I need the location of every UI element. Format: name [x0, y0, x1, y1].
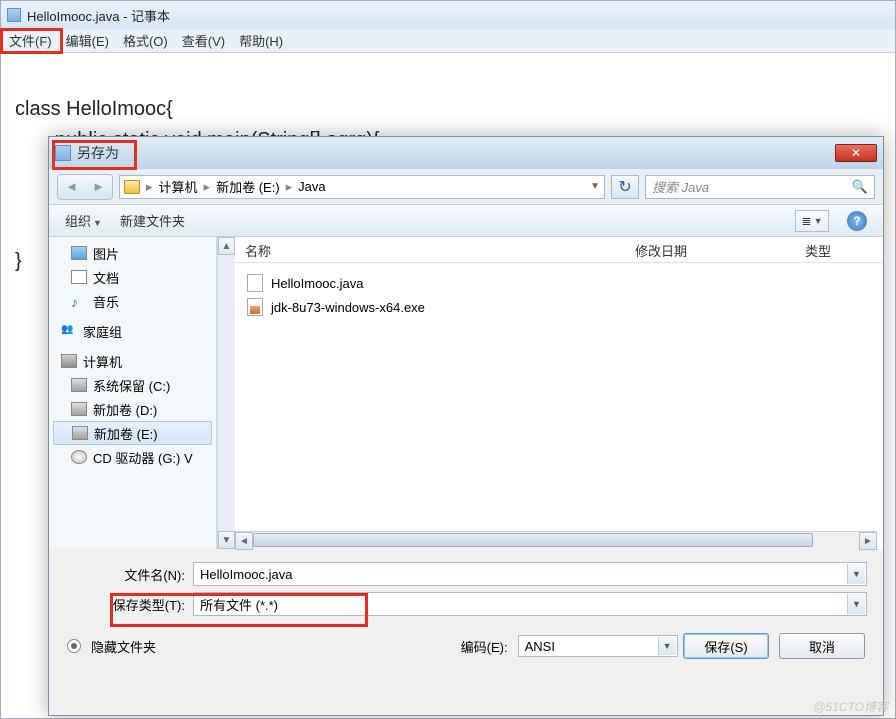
encoding-value: ANSI: [525, 639, 555, 654]
list-item[interactable]: jdk-8u73-windows-x64.exe: [235, 295, 883, 319]
breadcrumb-dropdown-icon[interactable]: ▼: [590, 181, 600, 192]
scroll-down-icon[interactable]: ▼: [218, 531, 235, 549]
folder-icon: [124, 180, 140, 194]
column-date[interactable]: 修改日期: [625, 237, 795, 262]
dropdown-icon[interactable]: ▼: [658, 637, 676, 655]
search-icon: 🔍: [852, 179, 868, 195]
sidebar-item-homegroup[interactable]: 👥家庭组: [49, 319, 216, 343]
file-name: jdk-8u73-windows-x64.exe: [271, 300, 425, 315]
menu-help[interactable]: 帮助(H): [239, 31, 283, 50]
sidebar-item-drive-e[interactable]: 新加卷 (E:): [53, 421, 212, 445]
file-list-header[interactable]: 名称 修改日期 类型: [235, 237, 883, 263]
file-icon: [247, 274, 263, 292]
filetype-label: 保存类型(T):: [65, 595, 185, 614]
column-name[interactable]: 名称: [235, 237, 625, 262]
nav-forward-icon[interactable]: ►: [85, 175, 112, 199]
list-item[interactable]: HelloImooc.java: [235, 271, 883, 295]
save-as-dialog: 另存为 ✕ ◄ ► ▸ 计算机 ▸ 新加卷 (E:) ▸ Java ▼ ↻ 搜索…: [48, 136, 884, 716]
drive-icon: [72, 426, 88, 440]
save-button[interactable]: 保存(S): [683, 633, 769, 659]
sidebar-item-pictures[interactable]: 图片: [49, 241, 216, 265]
file-list-body[interactable]: HelloImooc.java jdk-8u73-windows-x64.exe: [235, 263, 883, 531]
sidebar-scrollbar[interactable]: ▲ ▼: [217, 237, 235, 549]
breadcrumb-sep-icon: ▸: [286, 179, 293, 195]
menu-view[interactable]: 查看(V): [182, 31, 225, 50]
computer-icon: [61, 354, 77, 368]
scrollbar-thumb[interactable]: [253, 533, 813, 547]
address-bar[interactable]: ▸ 计算机 ▸ 新加卷 (E:) ▸ Java ▼: [119, 175, 605, 199]
breadcrumb-sep-icon: ▸: [146, 179, 153, 195]
dialog-bottom: 文件名(N): HelloImooc.java ▼ 保存类型(T): 所有文件 …: [49, 549, 883, 619]
sidebar-item-drive-d[interactable]: 新加卷 (D:): [49, 397, 216, 421]
dialog-title-text: 另存为: [77, 143, 119, 163]
dialog-footer: 隐藏文件夹 编码(E): ANSI ▼ ↖ 保存(S) 取消: [49, 619, 883, 673]
sidebar-tree[interactable]: 图片 文档 ♪音乐 👥家庭组 计算机 系统保留 (C:) 新加卷 (D:) 新加…: [49, 237, 217, 549]
sidebar-item-music[interactable]: ♪音乐: [49, 289, 216, 313]
scroll-left-icon[interactable]: ◄: [235, 532, 253, 550]
sidebar-item-documents[interactable]: 文档: [49, 265, 216, 289]
homegroup-icon: 👥: [61, 324, 77, 338]
breadcrumb-computer[interactable]: 计算机: [159, 177, 198, 196]
documents-icon: [71, 270, 87, 284]
notepad-title-text: HelloImooc.java - 记事本: [27, 6, 170, 25]
organize-button[interactable]: 组织▼: [65, 211, 102, 230]
menu-edit[interactable]: 编辑(E): [66, 31, 109, 50]
hide-folders-label: 隐藏文件夹: [91, 637, 156, 656]
drive-icon: [71, 378, 87, 392]
cancel-button[interactable]: 取消: [779, 633, 865, 659]
close-button[interactable]: ✕: [835, 144, 877, 162]
breadcrumb-folder[interactable]: Java: [298, 179, 325, 194]
help-button[interactable]: ?: [847, 211, 867, 231]
watermark: @51CTO博客: [813, 698, 888, 715]
sidebar-item-drive-g[interactable]: CD 驱动器 (G:) V: [49, 445, 216, 469]
file-list: 名称 修改日期 类型 HelloImooc.java jdk-8u73-wind…: [235, 237, 883, 549]
refresh-button[interactable]: ↻: [611, 175, 639, 199]
cd-drive-icon: [71, 450, 87, 464]
notepad-menubar: 文件(F) 编辑(E) 格式(O) 查看(V) 帮助(H): [1, 29, 895, 53]
scroll-up-icon[interactable]: ▲: [218, 237, 235, 255]
dialog-titlebar[interactable]: 另存为 ✕: [49, 137, 883, 169]
music-icon: ♪: [71, 294, 87, 308]
filetype-select[interactable]: 所有文件 (*.*) ▼: [193, 592, 867, 616]
dialog-navbar: ◄ ► ▸ 计算机 ▸ 新加卷 (E:) ▸ Java ▼ ↻ 搜索 Java …: [49, 169, 883, 205]
dialog-icon: [55, 145, 71, 161]
notepad-app-icon: [7, 8, 21, 22]
search-input[interactable]: 搜索 Java 🔍: [645, 175, 875, 199]
nav-back-forward[interactable]: ◄ ►: [57, 174, 113, 200]
new-folder-button[interactable]: 新建文件夹: [120, 211, 185, 230]
code-line-1: class HelloImooc{: [15, 98, 173, 120]
file-name: HelloImooc.java: [271, 276, 364, 291]
filename-label: 文件名(N):: [65, 565, 185, 584]
pictures-icon: [71, 246, 87, 260]
filetype-value: 所有文件 (*.*): [200, 595, 278, 614]
encoding-label: 编码(E):: [461, 637, 508, 656]
view-mode-button[interactable]: ≣ ▼: [795, 210, 829, 232]
dialog-toolbar: 组织▼ 新建文件夹 ≣ ▼ ?: [49, 205, 883, 237]
code-line-3: }: [15, 250, 22, 272]
search-placeholder: 搜索 Java: [652, 177, 709, 196]
menu-format[interactable]: 格式(O): [123, 31, 168, 50]
filename-value: HelloImooc.java: [200, 567, 293, 582]
dropdown-icon[interactable]: ▼: [847, 594, 865, 614]
nav-back-icon[interactable]: ◄: [58, 175, 85, 199]
dropdown-icon[interactable]: ▼: [847, 564, 865, 584]
menu-file[interactable]: 文件(F): [9, 31, 52, 50]
drive-icon: [71, 402, 87, 416]
breadcrumb-drive[interactable]: 新加卷 (E:): [216, 177, 280, 196]
sidebar-item-drive-c[interactable]: 系统保留 (C:): [49, 373, 216, 397]
filename-input[interactable]: HelloImooc.java ▼: [193, 562, 867, 586]
scroll-right-icon[interactable]: ►: [859, 532, 877, 550]
column-type[interactable]: 类型: [795, 237, 841, 262]
exe-icon: [247, 298, 263, 316]
sidebar-item-computer[interactable]: 计算机: [49, 349, 216, 373]
breadcrumb-sep-icon: ▸: [204, 179, 211, 195]
horizontal-scrollbar[interactable]: ◄ ►: [235, 531, 877, 549]
hide-folders-toggle[interactable]: [67, 639, 81, 653]
notepad-titlebar[interactable]: HelloImooc.java - 记事本: [1, 1, 895, 29]
encoding-select[interactable]: ANSI ▼: [518, 635, 678, 657]
